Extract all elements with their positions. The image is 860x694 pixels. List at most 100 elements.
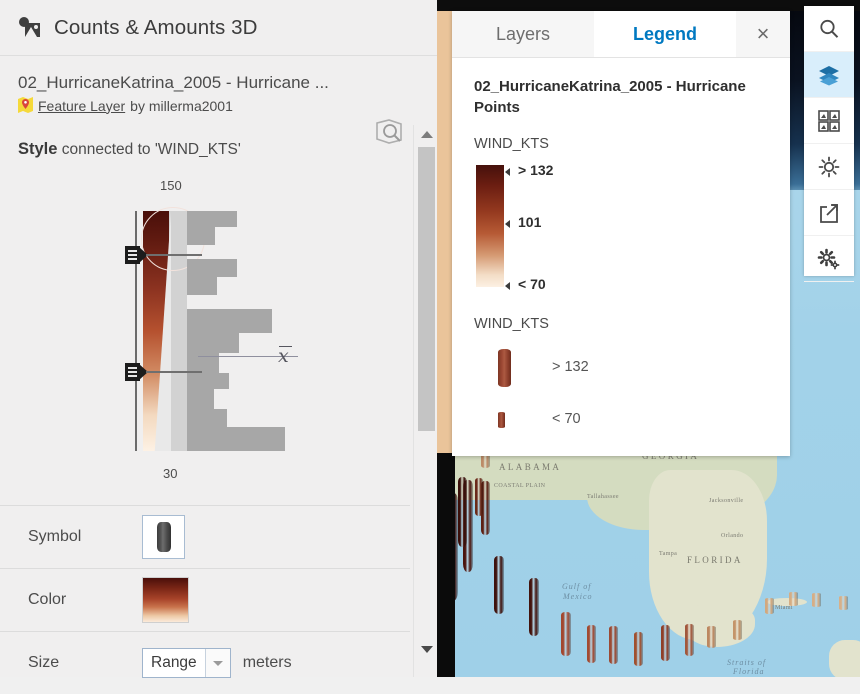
histogram-max-label: 150 bbox=[160, 178, 182, 193]
hurricane-point-cylinder[interactable] bbox=[609, 626, 618, 664]
panel-scrollbar[interactable] bbox=[413, 125, 438, 677]
style-connected-row: Style connected to 'WIND_KTS' bbox=[0, 114, 437, 159]
hurricane-point-cylinder[interactable] bbox=[561, 612, 571, 656]
histogram-bar bbox=[187, 227, 215, 245]
map-label: ALABAMA bbox=[499, 462, 562, 472]
hurricane-point-cylinder[interactable] bbox=[634, 632, 643, 666]
hurricane-point-cylinder[interactable] bbox=[789, 592, 798, 606]
chevron-down-icon[interactable] bbox=[204, 649, 230, 677]
legend-field-label-size: WIND_KTS bbox=[474, 316, 549, 332]
daylight-button[interactable] bbox=[804, 144, 854, 190]
size-select-value: Range bbox=[151, 654, 197, 671]
layers-icon bbox=[819, 65, 839, 85]
counts-amounts-3d-icon bbox=[19, 16, 40, 37]
legend-size-items: > 132 < 70 bbox=[474, 342, 768, 446]
tab-legend[interactable]: Legend bbox=[594, 11, 736, 57]
hurricane-point-cylinder[interactable] bbox=[839, 596, 848, 610]
legend-ramp-tick bbox=[505, 282, 510, 290]
hurricane-point-cylinder[interactable] bbox=[707, 626, 716, 648]
settings-gear-icon bbox=[817, 248, 840, 269]
layer-owner: by millerma2001 bbox=[130, 97, 233, 114]
color-ramp-swatch[interactable] bbox=[142, 577, 189, 623]
histogram-bar bbox=[187, 211, 237, 227]
share-button[interactable] bbox=[804, 190, 854, 236]
legend-size-row: > 132 bbox=[474, 342, 768, 394]
symbol-swatch-button[interactable] bbox=[142, 515, 185, 559]
histogram-bars bbox=[187, 211, 387, 451]
legend-layer-title: 02_HurricaneKatrina_2005 - Hurricane Poi… bbox=[474, 78, 746, 116]
upper-slider-handle[interactable] bbox=[125, 246, 148, 264]
mean-symbol: x bbox=[278, 345, 292, 367]
hurricane-point-cylinder[interactable] bbox=[685, 624, 694, 656]
zoom-to-layer-icon[interactable] bbox=[373, 117, 407, 147]
basemap-button[interactable] bbox=[804, 98, 854, 144]
app-root: Counts & Amounts 3D 02_HurricaneKatrina_… bbox=[0, 0, 860, 678]
cylinder-symbol-icon bbox=[156, 522, 171, 552]
histogram-bar bbox=[187, 277, 217, 295]
lower-slider-handle[interactable] bbox=[125, 363, 148, 381]
legend-cylinder-icon bbox=[498, 412, 505, 428]
scrollbar-thumb[interactable] bbox=[418, 147, 435, 431]
basemap-icon bbox=[818, 109, 840, 132]
legend-color-ramp: > 132 101 < 70 bbox=[474, 162, 768, 294]
legend-ramp-tick bbox=[505, 220, 510, 228]
histogram-slider[interactable]: 150 30 132 70 bbox=[0, 178, 410, 488]
layer-meta: Feature Layer by millerma2001 bbox=[0, 93, 437, 114]
tab-layers[interactable]: Layers bbox=[452, 11, 594, 57]
map-label: Orlando bbox=[721, 533, 744, 539]
hurricane-point-cylinder[interactable] bbox=[494, 556, 504, 614]
style-connected-text: connected to 'WIND_KTS' bbox=[61, 141, 241, 158]
hurricane-point-cylinder[interactable] bbox=[475, 478, 483, 516]
hurricane-point-cylinder[interactable] bbox=[733, 620, 742, 640]
legend-ramp-tick bbox=[505, 168, 510, 176]
legend-field-label-color: WIND_KTS bbox=[474, 136, 549, 152]
hurricane-point-cylinder[interactable] bbox=[458, 477, 467, 547]
legend-tabs: Layers Legend × bbox=[452, 11, 790, 58]
map-label: COASTAL PLAIN bbox=[494, 483, 546, 489]
hurricane-point-cylinder[interactable] bbox=[812, 593, 821, 607]
settings-button[interactable] bbox=[804, 236, 854, 282]
hurricane-point-cylinder[interactable] bbox=[587, 625, 596, 663]
histogram-bar bbox=[187, 333, 239, 353]
feature-layer-pin-icon bbox=[18, 97, 33, 113]
histogram-stage: 132 70 bbox=[0, 207, 410, 456]
size-select[interactable]: Range bbox=[142, 648, 231, 678]
feature-layer-link[interactable]: Feature Layer bbox=[38, 98, 125, 114]
symbol-label: Symbol bbox=[28, 528, 82, 545]
hurricane-point-cylinder[interactable] bbox=[765, 598, 774, 614]
sun-icon bbox=[818, 156, 840, 177]
property-row-color: Color bbox=[0, 568, 410, 631]
hurricane-point-cylinder[interactable] bbox=[529, 578, 539, 636]
map-toolbar bbox=[804, 6, 854, 282]
map-label: FLORIDA bbox=[687, 555, 743, 565]
legend-size-label: > 132 bbox=[552, 359, 589, 375]
scroll-down-arrow-icon[interactable] bbox=[421, 646, 433, 653]
histogram-bar bbox=[187, 389, 214, 409]
search-button[interactable] bbox=[804, 6, 854, 52]
search-icon bbox=[820, 19, 839, 38]
legend-size-row: < 70 bbox=[474, 394, 768, 446]
layers-button[interactable] bbox=[804, 52, 854, 98]
close-icon[interactable]: × bbox=[736, 11, 790, 57]
panel-header: Counts & Amounts 3D bbox=[0, 0, 437, 56]
map-label: Miami bbox=[775, 605, 793, 611]
style-properties: Symbol Color Size Range meters bbox=[0, 505, 410, 694]
size-units: meters bbox=[242, 654, 292, 671]
map-label: Straits of bbox=[727, 658, 767, 667]
legend-ramp-stop-label: 101 bbox=[518, 214, 542, 230]
map-label: Jacksonville bbox=[709, 498, 744, 504]
size-label: Size bbox=[28, 654, 60, 671]
share-icon bbox=[820, 203, 838, 223]
layer-name: 02_HurricaneKatrina_2005 - Hurricane ... bbox=[18, 73, 329, 92]
map-label: Gulf of bbox=[562, 582, 592, 591]
map-label: Mexico bbox=[563, 592, 593, 601]
scroll-up-arrow-icon[interactable] bbox=[421, 131, 433, 138]
style-panel: Counts & Amounts 3D 02_HurricaneKatrina_… bbox=[0, 0, 438, 678]
hurricane-point-cylinder[interactable] bbox=[661, 625, 670, 661]
histogram-bar bbox=[187, 309, 272, 333]
legend-ramp-stop-label: > 132 bbox=[518, 162, 554, 178]
page-title: Counts & Amounts 3D bbox=[54, 15, 258, 39]
land-bahamas bbox=[829, 640, 860, 677]
style-label: Style bbox=[18, 140, 58, 158]
color-label: Color bbox=[28, 591, 67, 608]
